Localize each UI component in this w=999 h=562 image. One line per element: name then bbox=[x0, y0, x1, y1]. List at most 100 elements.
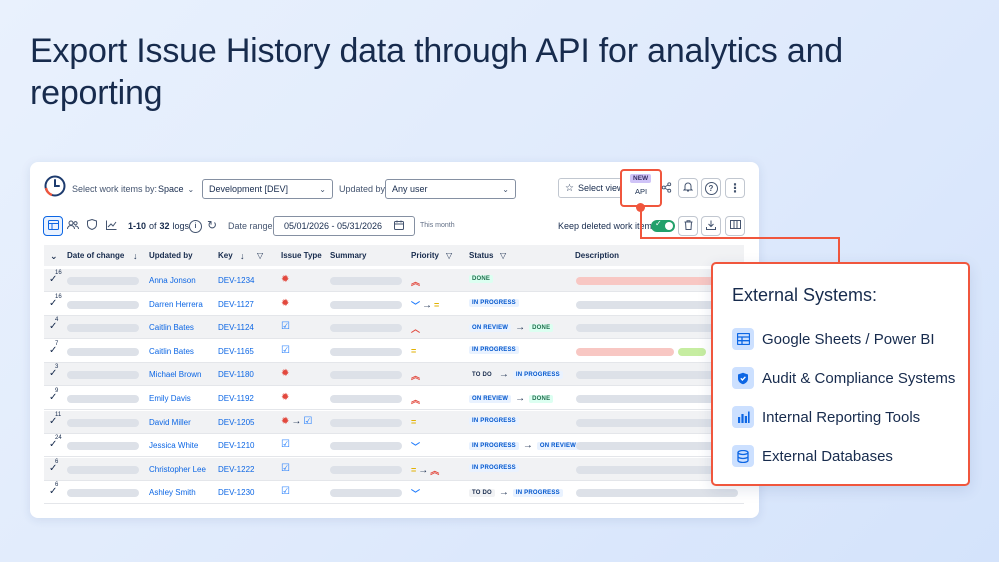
issue-key-link[interactable]: DEV-1234 bbox=[218, 276, 254, 285]
status-lozenge: DONE bbox=[469, 275, 494, 283]
status-lozenge: IN PROGRESS bbox=[512, 488, 563, 497]
column-date-of-change[interactable]: Date of change bbox=[67, 251, 124, 260]
info-button[interactable]: i bbox=[189, 220, 202, 233]
issue-key-link[interactable]: DEV-1124 bbox=[218, 323, 254, 332]
users-view-tab[interactable] bbox=[63, 216, 83, 236]
filter-icon[interactable]: ▽ bbox=[446, 251, 452, 260]
updated-by-link[interactable]: Anna Jonson bbox=[149, 276, 196, 285]
select-view-button[interactable]: ☆ Select view bbox=[558, 178, 624, 198]
column-key[interactable]: Key bbox=[218, 251, 233, 260]
updated-by-link[interactable]: Christopher Lee bbox=[149, 465, 206, 474]
space-select[interactable]: Space ⌄ bbox=[158, 179, 194, 199]
priority-icon: ︽ bbox=[411, 395, 421, 405]
sort-down-icon[interactable]: ↓ bbox=[240, 251, 245, 261]
updated-by-select[interactable]: Any user ⌄ bbox=[385, 179, 516, 199]
summary-placeholder bbox=[330, 300, 402, 309]
table-view-tab[interactable] bbox=[43, 216, 63, 236]
status-lozenge: IN PROGRESS bbox=[469, 441, 519, 450]
chevron-down-icon: ⌄ bbox=[319, 184, 326, 194]
updated-by-link[interactable]: Emily Davis bbox=[149, 394, 191, 403]
issue-key-link[interactable]: DEV-1230 bbox=[218, 488, 254, 497]
external-system-label: External Databases bbox=[762, 447, 893, 465]
external-system-label: Audit & Compliance Systems bbox=[762, 369, 956, 387]
date-range-value: 05/01/2026 - 05/31/2026 bbox=[283, 221, 383, 231]
summary-placeholder bbox=[330, 347, 402, 356]
issue-key-link[interactable]: DEV-1205 bbox=[218, 418, 254, 427]
date-placeholder bbox=[67, 418, 139, 427]
column-issue-type[interactable]: Issue Type bbox=[281, 251, 322, 260]
issue-key-link[interactable]: DEV-1222 bbox=[218, 465, 254, 474]
more-options-button[interactable]: ⋮ bbox=[725, 178, 745, 198]
priority: ︽ bbox=[411, 275, 420, 288]
issue-key-link[interactable]: DEV-1210 bbox=[218, 441, 254, 450]
updated-by-link[interactable]: Ashley Smith bbox=[149, 488, 196, 497]
table-row[interactable]: ✓ 9 Emily Davis DEV-1192 ✹ ︽ ON REVIEW → DONE bbox=[44, 387, 744, 410]
filter-icon[interactable]: ▽ bbox=[257, 251, 263, 260]
columns-button[interactable] bbox=[725, 216, 745, 236]
status-lozenge: DONE bbox=[529, 394, 554, 403]
audit-view-tab[interactable] bbox=[82, 216, 102, 236]
share-button[interactable] bbox=[656, 179, 676, 199]
table-row[interactable]: ✓ 24 Jessica White DEV-1210 ☑ ﹀ IN PROGRESS → ON… bbox=[44, 434, 744, 458]
help-button[interactable]: ? bbox=[701, 178, 721, 198]
table-row[interactable]: ✓ 4 Caitlin Bates DEV-1124 ☑ ︿ ON REVIEW → DONE bbox=[44, 316, 744, 340]
table-row[interactable]: ✓ 3 Michael Brown DEV-1180 ✹ ︽ TO DO → IN PROGRE… bbox=[44, 363, 744, 387]
space-select-value: Space bbox=[158, 184, 184, 194]
updated-by-link[interactable]: Caitlin Bates bbox=[149, 347, 194, 356]
issue-key-link[interactable]: DEV-1180 bbox=[218, 370, 254, 379]
shield-icon bbox=[732, 367, 754, 389]
table-row[interactable]: ✓ 7 Caitlin Bates DEV-1165 ☑ = IN PROGRESS bbox=[44, 340, 744, 363]
column-updated-by[interactable]: Updated by bbox=[149, 251, 193, 260]
sort-down-icon[interactable]: ↓ bbox=[133, 251, 138, 261]
table-row[interactable]: ✓ 6 Christopher Lee DEV-1222 ☑ = → ︽ IN PROGRESS bbox=[44, 457, 744, 481]
arrow-right-icon: → bbox=[522, 440, 533, 452]
date-placeholder bbox=[67, 371, 139, 380]
change-count: 3 bbox=[55, 364, 59, 371]
bug-icon: ✹ bbox=[281, 392, 290, 403]
summary-placeholder bbox=[330, 418, 402, 427]
external-system-label: Internal Reporting Tools bbox=[762, 408, 921, 426]
column-priority[interactable]: Priority bbox=[411, 251, 439, 260]
expand-all-chevron-icon[interactable]: ⌄ bbox=[50, 251, 58, 262]
project-select[interactable]: Development [DEV] ⌄ bbox=[202, 179, 333, 199]
change-count: 6 bbox=[55, 458, 59, 465]
notifications-button[interactable] bbox=[678, 178, 698, 198]
updated-by-label: Updated by: bbox=[339, 184, 388, 194]
refresh-button[interactable]: ↻ bbox=[207, 218, 217, 232]
updated-by-link[interactable]: David Miller bbox=[149, 418, 191, 427]
table-row[interactable]: ✓ 6 Ashley Smith DEV-1230 ☑ ﹀ TO DO → IN PROGRES… bbox=[44, 481, 744, 505]
task-checkbox-icon: ☑ bbox=[281, 486, 290, 498]
status: IN PROGRESS bbox=[469, 463, 519, 472]
logs-counter: 1-10 of 32 logs bbox=[128, 221, 189, 231]
trash-button[interactable] bbox=[678, 216, 698, 236]
updated-by-link[interactable]: Michael Brown bbox=[149, 370, 201, 379]
date-range-picker[interactable]: 05/01/2026 - 05/31/2026 bbox=[273, 216, 415, 236]
table-row[interactable]: ✓ 16 Darren Herrera DEV-1127 ✹ ﹀ → = IN PROGRESS bbox=[44, 293, 744, 316]
issue-key-link[interactable]: DEV-1165 bbox=[218, 347, 254, 356]
priority: ﹀ → = bbox=[411, 299, 439, 312]
issue-type: ✹ → ☑ bbox=[281, 416, 312, 427]
bar-chart-icon bbox=[732, 406, 754, 428]
updated-by-link[interactable]: Caitlin Bates bbox=[149, 323, 194, 332]
arrow-right-icon: → bbox=[515, 393, 526, 404]
info-icon: i bbox=[189, 220, 202, 233]
column-status[interactable]: Status bbox=[469, 251, 493, 260]
date-placeholder bbox=[67, 489, 139, 498]
filter-icon[interactable]: ▽ bbox=[500, 251, 506, 260]
table-row[interactable]: ✓ 16 Anna Jonson DEV-1234 ✹ ︽ DONE bbox=[44, 269, 744, 292]
priority-icon: ︽ bbox=[430, 465, 440, 476]
star-icon: ☆ bbox=[565, 182, 574, 194]
download-icon bbox=[706, 220, 716, 233]
issue-key-link[interactable]: DEV-1127 bbox=[218, 300, 254, 309]
table-row[interactable]: ✓ 11 David Miller DEV-1205 ✹ → ☑ = IN PROGRESS bbox=[44, 410, 744, 434]
download-button[interactable] bbox=[701, 216, 721, 236]
chart-view-tab[interactable] bbox=[101, 216, 121, 236]
column-summary[interactable]: Summary bbox=[330, 251, 366, 260]
updated-by-link[interactable]: Jessica White bbox=[149, 441, 198, 450]
updated-by-link[interactable]: Darren Herrera bbox=[149, 300, 203, 309]
issue-key-link[interactable]: DEV-1192 bbox=[218, 394, 254, 403]
issue-type: ✹ bbox=[281, 368, 289, 379]
status: TO DO → IN PROGRESS bbox=[469, 487, 563, 498]
keep-deleted-toggle[interactable]: ✓ bbox=[651, 219, 675, 232]
column-description[interactable]: Description bbox=[575, 251, 619, 260]
